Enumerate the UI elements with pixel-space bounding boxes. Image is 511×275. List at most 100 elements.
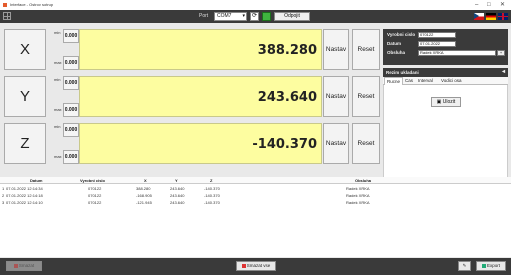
cell-x: -121.945 bbox=[136, 200, 152, 205]
axis-z-reset-button[interactable]: Reset bbox=[352, 123, 380, 164]
minimize-button[interactable]: – bbox=[475, 0, 478, 10]
col-x[interactable]: X bbox=[144, 177, 147, 184]
col-operator[interactable]: Obsluha bbox=[355, 177, 371, 184]
window-title: Interface - Ostrov sotrup bbox=[10, 2, 54, 7]
export-button[interactable]: Export bbox=[476, 261, 506, 271]
col-datum[interactable]: Datum bbox=[30, 177, 42, 184]
delete-all-button[interactable]: Smazat vse bbox=[236, 261, 276, 271]
cell-z: -140.370 bbox=[204, 200, 220, 205]
cell-datum: 07.01.2022 12:14:10 bbox=[6, 200, 43, 205]
axis-row-z: Z min 0.000 max 0.000 -140.370 Nastav Re… bbox=[0, 121, 381, 166]
chevron-down-icon: ▾ bbox=[242, 13, 245, 19]
axis-z-value: -140.370 bbox=[252, 137, 317, 152]
cell-serial: 070122 bbox=[88, 186, 102, 191]
bottom-toolbar: Smazat Smazat vse ✎ Export bbox=[0, 258, 511, 275]
date-label: Datum bbox=[387, 41, 402, 46]
row-number: 3 bbox=[2, 200, 5, 205]
export-icon bbox=[481, 263, 486, 268]
measurements-table: Datum Vyrobni cislo X Y Z Obsluha 1 07.0… bbox=[0, 177, 511, 257]
cell-y: 243.640 bbox=[170, 200, 185, 205]
cell-datum: 07.01.2022 12:14:34 bbox=[6, 186, 43, 191]
axis-x-reset-button[interactable]: Reset bbox=[352, 29, 380, 70]
pin-icon[interactable]: ✎ bbox=[458, 261, 471, 271]
cell-serial: 070122 bbox=[88, 193, 102, 198]
cell-operator: Radek XRKA bbox=[346, 193, 370, 198]
min-label: min bbox=[54, 30, 61, 35]
axis-x-set-button[interactable]: Nastav bbox=[323, 29, 349, 70]
axis-x-min-field[interactable]: 0.000 bbox=[63, 29, 79, 43]
storage-mode-title: Rezim ukladani bbox=[386, 70, 419, 75]
axis-y-max-field[interactable]: 0.000 bbox=[63, 103, 79, 117]
axis-y-display: 243.640 bbox=[79, 76, 322, 117]
axis-x-value: 388.280 bbox=[257, 43, 317, 58]
min-label: min bbox=[54, 124, 61, 129]
connection-status-indicator bbox=[262, 12, 271, 21]
disconnect-button[interactable]: Odpojit bbox=[274, 12, 310, 21]
info-panel: Vyrobni cislo 070122 Datum 07.01.2022 Ob… bbox=[383, 29, 508, 65]
max-label: max bbox=[54, 60, 62, 65]
flag-cz-icon[interactable] bbox=[474, 13, 484, 20]
port-value: COM7 bbox=[217, 13, 232, 19]
operator-label: Obsluha bbox=[387, 50, 406, 55]
cell-serial: 070122 bbox=[88, 200, 102, 205]
refresh-icon[interactable]: ⟳ bbox=[250, 12, 259, 21]
delete-icon bbox=[13, 263, 18, 268]
axis-z-set-button[interactable]: Nastav bbox=[323, 123, 349, 164]
axis-z-button[interactable]: Z bbox=[4, 123, 46, 164]
flag-de-icon[interactable] bbox=[486, 13, 496, 20]
serial-label: Vyrobni cislo bbox=[387, 32, 416, 37]
menu-icon[interactable] bbox=[3, 12, 11, 20]
cell-z: -140.370 bbox=[204, 193, 220, 198]
storage-mode-header: Rezim ukladani ◂ bbox=[383, 68, 508, 77]
delete-label: Smazat bbox=[18, 263, 35, 268]
col-y[interactable]: Y bbox=[175, 177, 178, 184]
port-select[interactable]: COM7 ▾ bbox=[214, 12, 247, 21]
col-serial[interactable]: Vyrobni cislo bbox=[80, 177, 105, 184]
port-label: Port bbox=[199, 13, 209, 19]
table-row[interactable]: 2 07.01.2022 12:14:18 070122 -168.905 24… bbox=[0, 192, 511, 199]
axis-x-button[interactable]: X bbox=[4, 29, 46, 70]
axis-y-reset-button[interactable]: Reset bbox=[352, 76, 380, 117]
delete-all-icon bbox=[241, 263, 246, 268]
storage-mode-panel: Rezim ukladani ◂ Rucne Cas Interval Vodi… bbox=[383, 68, 508, 182]
table-row[interactable]: 1 07.01.2022 12:14:34 070122 388.280 243… bbox=[0, 185, 511, 192]
maximize-button[interactable]: □ bbox=[487, 0, 491, 10]
save-icon: ▣ bbox=[436, 99, 442, 105]
pin-icon[interactable]: ◂ bbox=[502, 68, 505, 77]
axis-z-max-field[interactable]: 0.000 bbox=[63, 150, 79, 164]
axis-x-display: 388.280 bbox=[79, 29, 322, 70]
col-z[interactable]: Z bbox=[210, 177, 212, 184]
axis-row-y: Y min 0.000 max 0.000 243.640 Nastav Res… bbox=[0, 74, 381, 119]
serial-field[interactable]: 070122 bbox=[418, 32, 456, 38]
date-field[interactable]: 07.01.2022 bbox=[418, 41, 456, 47]
tab-interval[interactable]: Interval bbox=[418, 77, 433, 85]
close-button[interactable]: ✕ bbox=[500, 0, 505, 10]
operator-select[interactable]: Radek XRKA bbox=[418, 50, 496, 56]
axis-y-set-button[interactable]: Nastav bbox=[323, 76, 349, 117]
axis-y-min-field[interactable]: 0.000 bbox=[63, 76, 79, 90]
axis-y-value: 243.640 bbox=[257, 90, 317, 105]
table-header: Datum Vyrobni cislo X Y Z Obsluha bbox=[0, 177, 511, 184]
axis-z-min-field[interactable]: 0.000 bbox=[63, 123, 79, 137]
tab-content: ▣ Ulozit bbox=[383, 85, 508, 182]
cell-operator: Radek XRKA bbox=[346, 200, 370, 205]
flag-en-icon[interactable] bbox=[498, 13, 508, 20]
delete-button[interactable]: Smazat bbox=[6, 261, 42, 271]
save-label: Ulozit bbox=[442, 99, 456, 105]
app-icon bbox=[3, 3, 7, 7]
plus-icon[interactable]: + bbox=[497, 50, 505, 56]
tab-cas[interactable]: Cas bbox=[405, 77, 413, 85]
cell-y: 243.640 bbox=[170, 193, 185, 198]
axis-x-max-field[interactable]: 0.000 bbox=[63, 56, 79, 70]
cell-y: 243.640 bbox=[170, 186, 185, 191]
max-label: max bbox=[54, 107, 62, 112]
max-label: max bbox=[54, 154, 62, 159]
axis-y-button[interactable]: Y bbox=[4, 76, 46, 117]
storage-mode-tabs: Rucne Cas Interval Vodici osa bbox=[383, 77, 508, 85]
tab-rucne[interactable]: Rucne bbox=[384, 77, 404, 85]
tab-vodici-osa[interactable]: Vodici osa bbox=[441, 77, 462, 85]
row-number: 1 bbox=[2, 186, 5, 191]
top-toolbar: Port COM7 ▾ ⟳ Odpojit bbox=[0, 10, 511, 23]
save-button[interactable]: ▣ Ulozit bbox=[431, 97, 461, 107]
table-row[interactable]: 3 07.01.2022 12:14:10 070122 -121.945 24… bbox=[0, 199, 511, 206]
